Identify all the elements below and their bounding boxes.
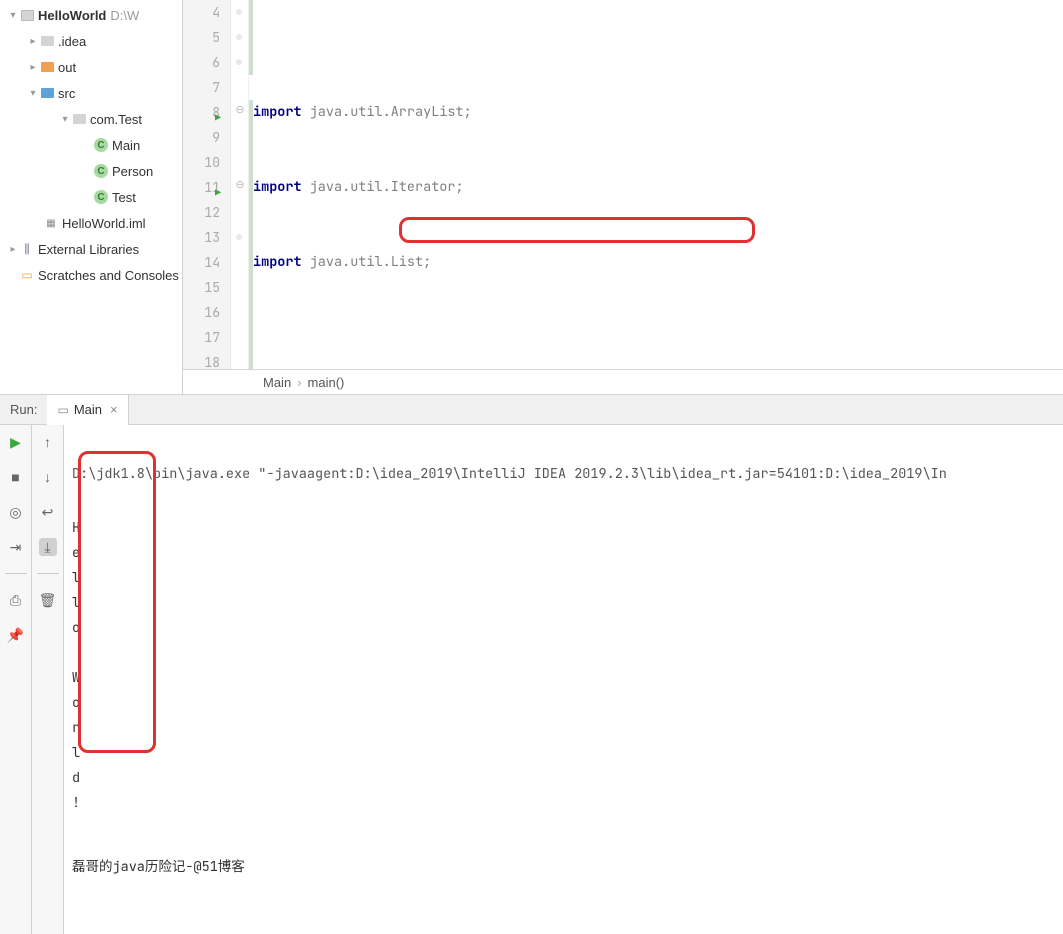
breadcrumb-class[interactable]: Main [263, 375, 291, 390]
tree-scratches[interactable]: ▭ Scratches and Consoles [0, 262, 182, 288]
separator [5, 573, 27, 574]
tree-class-test[interactable]: C Test [0, 184, 182, 210]
console-line: l [72, 569, 1055, 594]
console-line: l [72, 744, 1055, 769]
line-gutter: 4567 8▶ 910 11▶ 12131415 161718 [183, 0, 231, 369]
tree-project-label: HelloWorld [38, 8, 106, 23]
tree-ext-lib-label: External Libraries [38, 242, 139, 257]
library-icon: ⫼ [20, 242, 34, 256]
console-line: d [72, 769, 1055, 794]
trash-button[interactable]: 🗑 [39, 591, 57, 609]
highlight-box-output [78, 451, 156, 753]
tree-package[interactable]: ▾com.Test [0, 106, 182, 132]
tree-src[interactable]: ▾src [0, 80, 182, 106]
print-button[interactable]: ⎙ [7, 591, 25, 609]
console-line: r [72, 719, 1055, 744]
app-icon: ▭ [57, 403, 68, 417]
folder-icon [40, 60, 54, 74]
tree-test-label: Test [112, 190, 136, 205]
tree-class-person[interactable]: C Person [0, 158, 182, 184]
scroll-down-button[interactable]: ↓ [39, 468, 57, 486]
class-icon: C [94, 164, 108, 178]
kw-import: import [253, 178, 302, 196]
src-folder-icon [40, 86, 54, 100]
breadcrumb-method[interactable]: main() [308, 375, 345, 390]
console-line: o [72, 619, 1055, 644]
tree-class-main[interactable]: C Main [0, 132, 182, 158]
run-tab-label: Main [74, 402, 102, 417]
tree-idea[interactable]: ▸.idea [0, 28, 182, 54]
tree-project[interactable]: ▾HelloWorldD:\W [0, 2, 182, 28]
kw-import: import [253, 253, 302, 271]
fold-gutter[interactable]: ⊖ ⊖ [231, 0, 249, 369]
class-icon: C [94, 138, 108, 152]
tree-out[interactable]: ▸out [0, 54, 182, 80]
tree-idea-label: .idea [58, 34, 86, 49]
close-icon[interactable]: × [110, 402, 118, 417]
console-command: D:\jdk1.8\bin\java.exe "-javaagent:D:\id… [72, 465, 1055, 483]
tree-scratches-label: Scratches and Consoles [38, 268, 179, 283]
tree-ext-lib[interactable]: ▸⫼External Libraries [0, 236, 182, 262]
pin-button[interactable]: 📌 [7, 626, 25, 644]
console-line: ! [72, 794, 1055, 819]
highlight-box-for-loop [399, 217, 755, 243]
run-label: Run: [0, 402, 47, 417]
package-icon [72, 112, 86, 126]
tree-main-label: Main [112, 138, 140, 153]
project-tree[interactable]: ▾HelloWorldD:\W ▸.idea ▸out ▾src ▾com.Te… [0, 0, 183, 394]
soft-wrap-button[interactable]: ↩ [39, 503, 57, 521]
scroll-up-button[interactable]: ↑ [39, 433, 57, 451]
tree-iml-label: HelloWorld.iml [62, 216, 146, 231]
breadcrumb-sep: › [297, 375, 301, 390]
console-line: H [72, 519, 1055, 544]
tree-src-label: src [58, 86, 75, 101]
stop-button[interactable]: ■ [7, 468, 25, 486]
console-line: W [72, 669, 1055, 694]
separator [37, 573, 59, 574]
run-tabbar: Run: ▭ Main × [0, 395, 1063, 425]
snapshot-button[interactable]: ◎ [7, 503, 25, 521]
project-icon [20, 8, 34, 22]
exit-button[interactable]: ⇥ [7, 538, 25, 556]
tree-iml[interactable]: ▦ HelloWorld.iml [0, 210, 182, 236]
console-line: l [72, 594, 1055, 619]
rerun-button[interactable]: ▶ [7, 433, 25, 451]
class-icon: C [94, 190, 108, 204]
tree-out-label: out [58, 60, 76, 75]
console-line: o [72, 694, 1055, 719]
iml-icon: ▦ [44, 216, 58, 230]
tree-person-label: Person [112, 164, 153, 179]
console-line: e [72, 544, 1055, 569]
folder-icon [40, 34, 54, 48]
run-tab-main[interactable]: ▭ Main × [47, 395, 128, 425]
code-editor[interactable]: 4567 8▶ 910 11▶ 12131415 161718 ⊖ ⊖ impo… [183, 0, 1063, 369]
tree-package-label: com.Test [90, 112, 142, 127]
run-toolbar-console: ↑ ↓ ↩ ⤓ 🗑 [32, 425, 64, 934]
console-output[interactable]: D:\jdk1.8\bin\java.exe "-javaagent:D:\id… [64, 425, 1063, 934]
console-final-line: 磊哥的java历险记-@51博客 [72, 855, 1055, 876]
scratch-icon: ▭ [20, 268, 34, 282]
code-text: java.util.ArrayList; [302, 103, 472, 121]
kw-import: import [253, 103, 302, 121]
code-text: java.util.Iterator; [302, 178, 464, 196]
console-line [72, 644, 1055, 669]
breadcrumb[interactable]: Main › main() [183, 369, 1063, 394]
scroll-to-end-button[interactable]: ⤓ [39, 538, 57, 556]
tree-project-path: D:\W [110, 8, 139, 23]
run-toolbar-left: ▶ ■ ◎ ⇥ ⎙ 📌 [0, 425, 32, 934]
code-text: java.util.List; [302, 253, 432, 271]
